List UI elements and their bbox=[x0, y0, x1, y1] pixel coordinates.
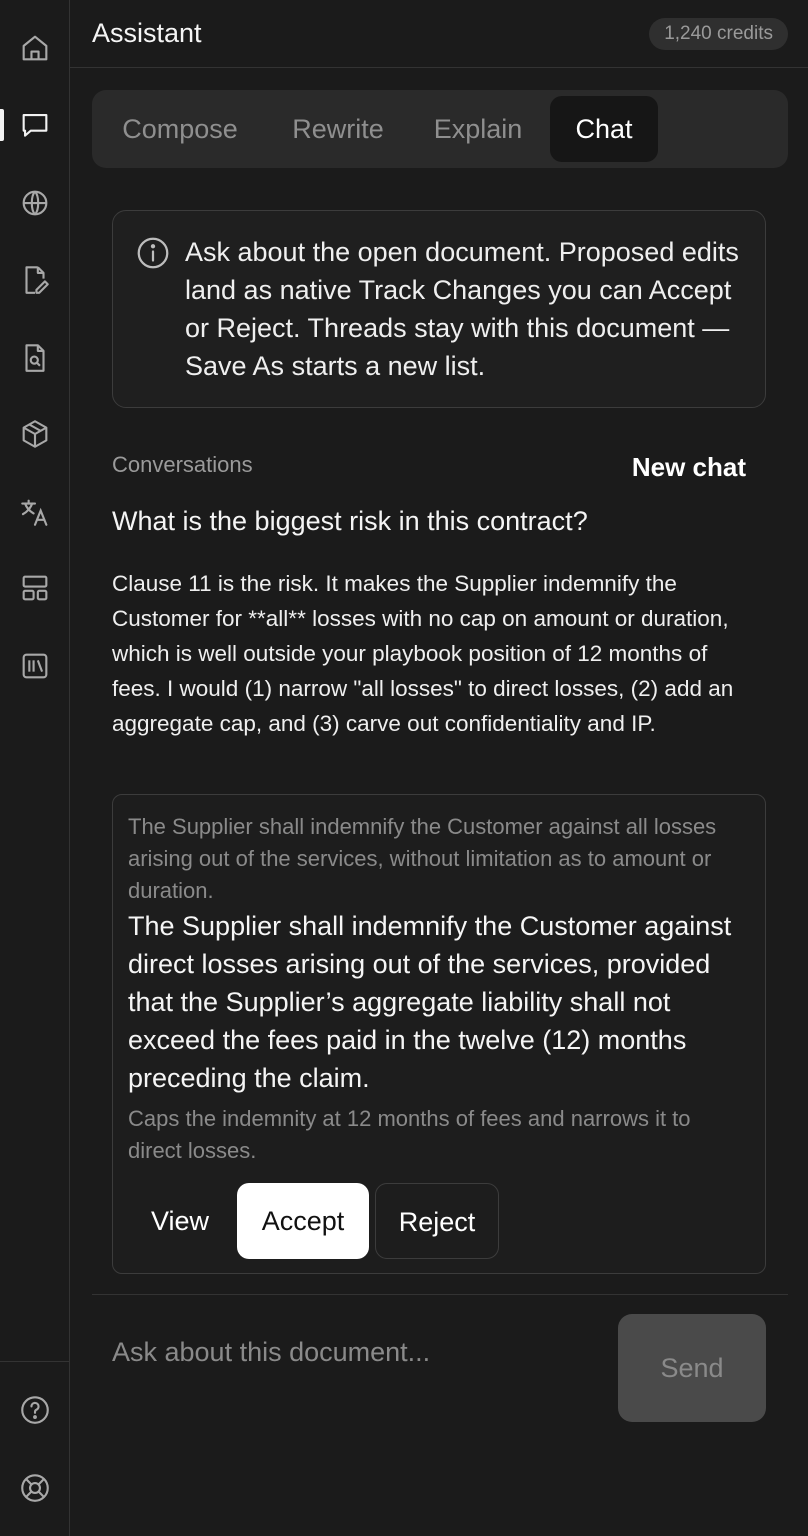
search-document-icon[interactable] bbox=[0, 328, 70, 388]
header: Assistant 1,240 credits bbox=[70, 0, 808, 68]
edit-rationale: Caps the indemnity at 12 months of fees … bbox=[128, 1106, 691, 1163]
ask-input[interactable] bbox=[112, 1320, 592, 1384]
tab-explain[interactable]: Explain bbox=[422, 96, 534, 162]
user-message: What is the biggest risk in this contrac… bbox=[112, 506, 588, 536]
sidebar bbox=[0, 0, 70, 1536]
home-icon[interactable] bbox=[0, 18, 70, 78]
tab-rewrite[interactable]: Rewrite bbox=[278, 96, 398, 162]
chat-icon[interactable] bbox=[0, 95, 70, 155]
translate-icon[interactable] bbox=[0, 482, 70, 542]
reject-button[interactable]: Reject bbox=[375, 1183, 499, 1259]
new-chat-button[interactable]: New chat bbox=[632, 452, 746, 483]
conversations-header: Conversations New chat bbox=[112, 452, 746, 488]
original-text: The Supplier shall indemnify the Custome… bbox=[128, 814, 717, 903]
proposed-text: The Supplier shall indemnify the Custome… bbox=[128, 911, 732, 1093]
composer-divider bbox=[92, 1294, 788, 1295]
layout-icon[interactable] bbox=[0, 558, 70, 618]
edit-document-icon[interactable] bbox=[0, 250, 70, 310]
proposed-edit-card: The Supplier shall indemnify the Custome… bbox=[112, 794, 766, 1274]
info-notice: Ask about the open document. Proposed ed… bbox=[112, 210, 766, 408]
credits-badge: 1,240 credits bbox=[649, 18, 788, 50]
globe-icon[interactable] bbox=[0, 173, 70, 233]
assistant-panel: Assistant 1,240 credits Compose Rewrite … bbox=[70, 0, 808, 1536]
tab-chat[interactable]: Chat bbox=[550, 96, 658, 162]
accept-button[interactable]: Accept bbox=[237, 1183, 369, 1259]
info-icon bbox=[135, 235, 171, 271]
view-button[interactable]: View bbox=[127, 1183, 233, 1259]
send-button[interactable]: Send bbox=[618, 1314, 766, 1422]
mode-tabs: Compose Rewrite Explain Chat bbox=[92, 90, 788, 168]
assistant-message: Clause 11 is the risk. It makes the Supp… bbox=[112, 571, 734, 736]
cube-icon[interactable] bbox=[0, 404, 70, 464]
info-text: Ask about the open document. Proposed ed… bbox=[185, 237, 739, 381]
library-icon[interactable] bbox=[0, 636, 70, 696]
help-icon[interactable] bbox=[0, 1380, 70, 1440]
conversations-label: Conversations bbox=[112, 452, 253, 477]
page-title: Assistant bbox=[92, 18, 202, 48]
tab-compose[interactable]: Compose bbox=[106, 96, 254, 162]
sidebar-divider bbox=[0, 1361, 70, 1362]
support-icon[interactable] bbox=[0, 1458, 70, 1518]
